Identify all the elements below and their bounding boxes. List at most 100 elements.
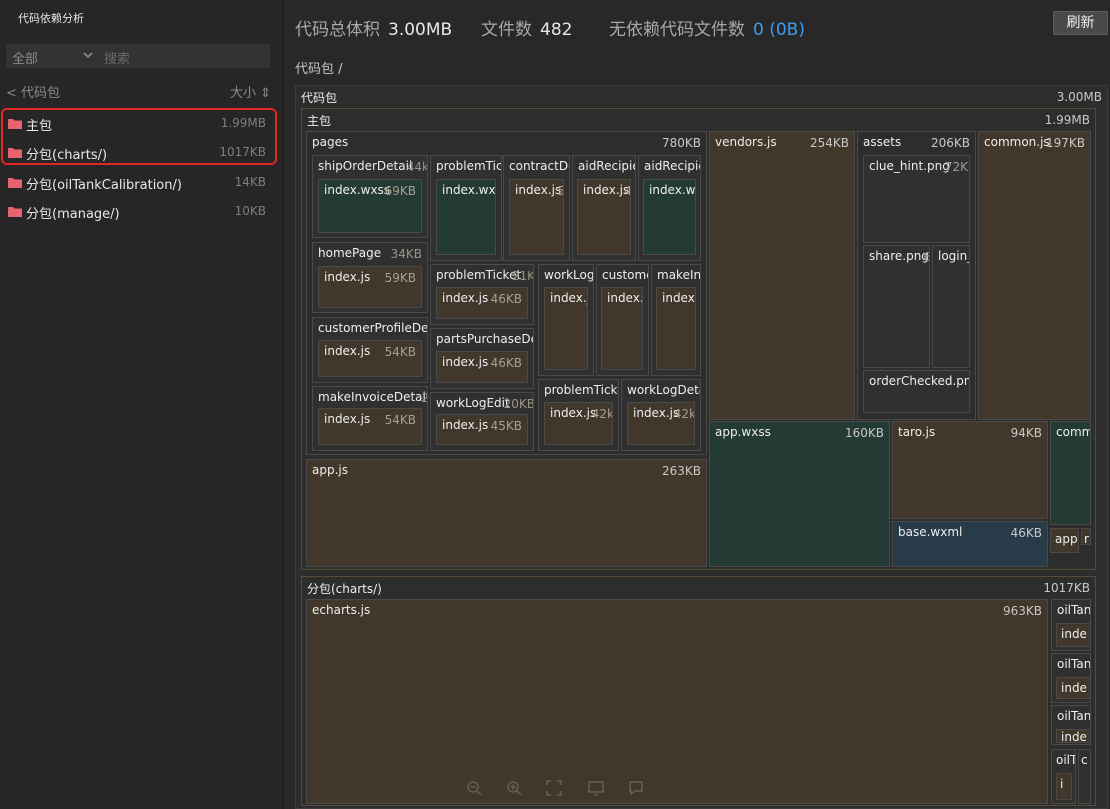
node-size: 197KB [1045,136,1085,150]
treemap-file[interactable]: echarts.js 963KB [306,599,1048,804]
treemap-file[interactable]: index. [601,287,643,370]
treemap-file[interactable]: index. [656,287,696,370]
node-size: 45KB [490,419,522,433]
node-name: aidRecipie [644,159,701,173]
folder-icon [8,207,22,217]
app-title: 代码依赖分析 [18,12,84,25]
node-size: 3.00MB [1056,90,1102,104]
treemap-file[interactable]: index.js 45KB [436,414,528,445]
treemap-file[interactable]: index.js 42k [627,402,695,445]
node-size: 42k [591,407,613,421]
refresh-button[interactable]: 刷新 [1053,11,1108,35]
treemap-file[interactable]: index.js 54KB [318,408,422,445]
file-count-value: 482 [540,20,573,40]
folder-icon [8,178,22,188]
node-name: base.wxml [898,525,963,539]
zoom-out-icon[interactable] [466,780,482,796]
unused-files-label: 无依赖代码文件数 [609,20,745,40]
treemap-file[interactable]: inde [1056,677,1091,699]
node-name: vendors.js [715,135,777,149]
treemap-file[interactable]: index.js 46KB [436,351,528,383]
treemap-file[interactable]: index.js 46KB [436,287,528,319]
node-size: 46KB [1010,526,1042,540]
treemap-file[interactable]: index.wx [643,179,696,255]
package-size: 14KB [234,175,266,189]
node-name: index.js [442,355,489,369]
treemap-file[interactable]: i [1056,773,1072,800]
node-size: 263KB [661,464,701,478]
treemap-file[interactable]: app.wxss 160KB [709,421,890,567]
package-item-oiltank[interactable]: 分包(oilTankCalibration/) 14KB [6,171,270,193]
node-name: index. [607,291,643,305]
treemap-folder[interactable]: c [1078,749,1091,804]
filter-bar: 全部 搜索 [6,44,270,68]
node-name: index.wxss [324,183,391,197]
package-item-manage[interactable]: 分包(manage/) 10KB [6,200,270,222]
search-input[interactable]: 搜索 [104,48,130,67]
node-name: login_ [938,249,970,263]
treemap-file[interactable]: taro.js 94KB [892,421,1048,519]
node-name: inde [1061,627,1087,641]
node-size: 160KB [844,426,884,440]
node-name: index.js [515,183,562,197]
treemap-file[interactable]: login_ [932,245,970,368]
node-size: 72K [944,160,968,174]
node-name: problemTicket [436,268,522,282]
filter-select[interactable]: 全部 [12,48,38,67]
treemap-file[interactable]: app [1050,528,1079,553]
node-name: workLogDeta [627,383,701,397]
node-name: oilTan [1057,603,1091,617]
treemap-file[interactable]: inde [1056,729,1091,743]
node-name: index.js [324,412,371,426]
node-size: 780KB [661,136,701,150]
node-name: partsPurchaseDet [436,332,534,346]
treemap-file[interactable]: share.png 6 [863,245,930,368]
treemap-file[interactable]: orderChecked.png [863,370,970,413]
comment-icon[interactable] [628,780,644,796]
treemap-file[interactable]: vendors.js 254KB [709,131,855,420]
treemap-file[interactable]: index.js 4 [577,179,631,255]
node-name: clue_hint.png [869,159,950,173]
node-name: 代码包 [301,91,338,105]
treemap-file[interactable]: index.wxss 69KB [318,179,422,233]
treemap-file[interactable]: clue_hint.png 72K [863,155,970,243]
node-size: 4 [624,184,630,198]
treemap-file[interactable]: app.js 263KB [306,459,707,567]
node-size: 44k [406,160,428,174]
treemap-file[interactable]: index.js 59KB [318,266,422,308]
node-name: index.js [324,344,371,358]
node-size: 206KB [930,136,970,150]
back-to-packages-link[interactable]: < 代码包 [6,82,60,101]
sort-by-size-button[interactable]: 大小 ⇕ [230,82,271,101]
node-name: index.js [550,406,597,420]
treemap-file[interactable]: comm [1050,421,1091,525]
node-name: app.js [312,463,348,477]
node-size: 2 [421,391,427,405]
chevron-down-icon[interactable] [82,48,94,62]
treemap-file[interactable]: common.js 197KB [978,131,1091,420]
treemap-file[interactable]: index.j [544,287,588,370]
node-size: 34KB [390,247,422,261]
node-size: 5 [557,184,563,198]
node-name: shipOrderDetail [318,159,413,173]
node-name: i [1060,777,1064,791]
node-name: common.js [984,135,1050,149]
selection-highlight [1,108,277,165]
node-name: index.js [442,291,489,305]
node-name: index.js [633,406,680,420]
fullscreen-icon[interactable] [546,780,562,796]
treemap-file[interactable]: r [1081,528,1091,545]
treemap-file[interactable]: index.wxs [436,179,496,255]
treemap-file[interactable]: base.wxml 46KB [892,521,1048,567]
treemap-file[interactable]: index.js 42k [544,402,613,445]
treemap-file[interactable]: index.js 5 [509,179,564,255]
node-name: index.j [550,291,588,305]
treemap-file[interactable]: inde [1056,623,1091,647]
node-name: workLogEdit [436,396,510,410]
node-name: workLog [544,268,594,282]
unused-files-value[interactable]: 0 (0B) [753,20,805,40]
treemap-file[interactable]: index.js 54KB [318,340,422,377]
screen-icon[interactable] [588,780,604,796]
node-size: 69KB [384,184,416,198]
zoom-in-icon[interactable] [506,780,522,796]
